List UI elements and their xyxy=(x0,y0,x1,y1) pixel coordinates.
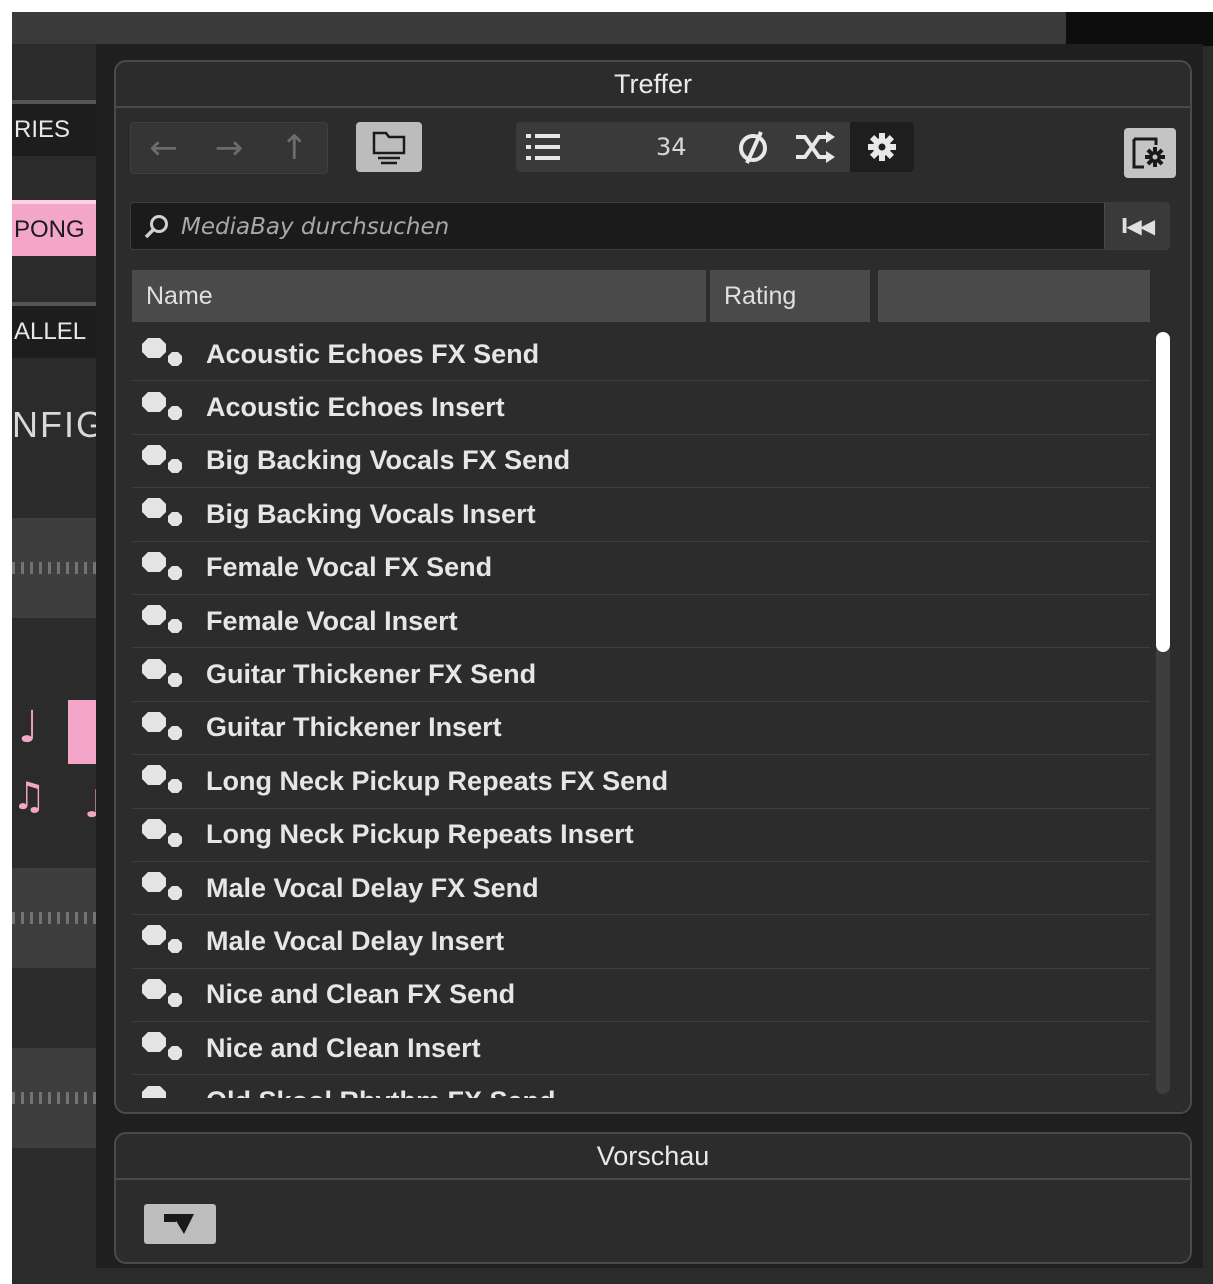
panel-settings-icon xyxy=(1132,137,1165,169)
preset-name: Female Vocal FX Send xyxy=(206,552,493,583)
table-row[interactable]: Acoustic Echoes Insert xyxy=(132,381,1150,435)
table-row[interactable]: Nice and Clean Insert xyxy=(132,1022,1150,1076)
shuffle-button[interactable] xyxy=(790,122,840,172)
preset-icon xyxy=(142,658,182,687)
result-count: 34 xyxy=(656,133,687,161)
background-button-label: PONG xyxy=(14,216,85,243)
preset-name: Old Skool Rhythm FX Send xyxy=(206,1086,556,1098)
column-header-name[interactable]: Name xyxy=(132,270,706,322)
preset-icon xyxy=(142,711,182,740)
preset-icon xyxy=(142,498,182,527)
background-button-label: RIES xyxy=(14,116,71,143)
preview-panel: Vorschau xyxy=(114,1132,1192,1264)
arrow-left-icon[interactable]: ← xyxy=(149,131,178,165)
background-config-label: NFIG xyxy=(12,404,106,445)
results-panel: Treffer ← → ↑ 34 MediaBay durchsuchen I◀… xyxy=(114,60,1192,1114)
folder-tree-button[interactable] xyxy=(356,122,422,172)
results-list: Acoustic Echoes FX Send Acoustic Echoes I… xyxy=(132,328,1150,1098)
preset-icon xyxy=(142,551,182,580)
mediabay-window: Treffer ← → ↑ 34 MediaBay durchsuchen I◀… xyxy=(96,44,1203,1268)
table-row[interactable]: Female Vocal FX Send xyxy=(132,542,1150,595)
background-slider xyxy=(12,518,96,618)
preset-name: Acoustic Echoes Insert xyxy=(206,392,505,423)
preset-name: Guitar Thickener Insert xyxy=(206,712,502,743)
table-row[interactable]: Guitar Thickener FX Send xyxy=(132,648,1150,702)
table-row[interactable]: Old Skool Rhythm FX Send xyxy=(132,1075,1150,1098)
preview-panel-title: Vorschau xyxy=(116,1134,1190,1180)
preset-name: Female Vocal Insert xyxy=(206,605,458,636)
table-row[interactable]: Big Backing Vocals Insert xyxy=(132,488,1150,542)
table-row[interactable]: Male Vocal Delay Insert xyxy=(132,915,1150,969)
table-row[interactable]: Female Vocal Insert xyxy=(132,595,1150,649)
preset-icon xyxy=(142,1085,166,1098)
background-button-series[interactable]: RIES xyxy=(12,100,96,156)
triplet-note-icon: ♫ xyxy=(12,774,47,818)
view-options-group: 34 xyxy=(516,122,914,172)
reset-filter-button[interactable]: I◀◀ xyxy=(1104,203,1169,249)
preset-name: Big Backing Vocals FX Send xyxy=(206,445,571,476)
preset-name: Big Backing Vocals Insert xyxy=(206,498,536,529)
results-panel-title: Treffer xyxy=(116,62,1190,108)
column-header-empty[interactable] xyxy=(878,270,1150,322)
table-row[interactable]: Guitar Thickener Insert xyxy=(132,702,1150,756)
arrow-right-icon[interactable]: → xyxy=(215,131,244,165)
preview-toggle-button[interactable] xyxy=(144,1204,216,1244)
table-row[interactable]: Acoustic Echoes FX Send xyxy=(132,328,1150,382)
search-input[interactable] xyxy=(179,203,1103,251)
preset-icon xyxy=(142,978,182,1007)
preset-name: Long Neck Pickup Repeats Insert xyxy=(206,819,634,850)
background-corner xyxy=(1066,12,1213,46)
note-icon: ♩ xyxy=(18,702,39,753)
preset-icon xyxy=(142,925,182,954)
results-toolbar: ← → ↑ 34 xyxy=(130,122,1176,178)
panel-settings-button[interactable] xyxy=(1124,128,1176,178)
preset-icon xyxy=(142,1032,182,1061)
shuffle-icon xyxy=(796,131,835,163)
table-row[interactable]: Long Neck Pickup Repeats FX Send xyxy=(132,755,1150,809)
column-header-rating[interactable]: Rating xyxy=(710,270,870,322)
list-view-icon[interactable] xyxy=(526,132,562,162)
preview-toggle-icon xyxy=(164,1214,194,1234)
gear-button[interactable] xyxy=(850,122,914,172)
preset-icon xyxy=(142,765,182,794)
preset-name: Acoustic Echoes FX Send xyxy=(206,338,540,369)
search-icon xyxy=(144,215,168,239)
preset-name: Nice and Clean Insert xyxy=(206,1032,481,1063)
search-bar: I◀◀ xyxy=(130,202,1170,251)
scrollbar-thumb[interactable] xyxy=(1156,332,1170,652)
table-row[interactable]: Big Backing Vocals FX Send xyxy=(132,435,1150,489)
preset-name: Guitar Thickener FX Send xyxy=(206,659,537,690)
table-row[interactable]: Long Neck Pickup Repeats Insert xyxy=(132,809,1150,862)
background-slider xyxy=(12,868,96,968)
background-button-parallel[interactable]: ALLEL xyxy=(12,302,96,358)
results-scrollbar[interactable] xyxy=(1156,332,1170,1094)
preset-icon xyxy=(142,391,182,420)
arrow-up-icon[interactable]: ↑ xyxy=(280,131,309,165)
folder-tree-icon xyxy=(372,131,406,165)
preset-icon xyxy=(142,605,182,634)
background-button-label: ALLEL xyxy=(14,318,87,345)
table-row[interactable]: Male Vocal Delay FX Send xyxy=(132,862,1150,916)
gear-icon xyxy=(868,133,896,161)
background-slider xyxy=(12,1048,96,1148)
preset-name: Male Vocal Delay FX Send xyxy=(206,872,539,903)
preset-name: Nice and Clean FX Send xyxy=(206,979,516,1010)
preset-icon xyxy=(142,338,182,367)
navigation-group: ← → ↑ xyxy=(130,122,328,174)
background-button-pingpong[interactable]: PONG xyxy=(12,200,96,256)
preset-icon xyxy=(142,444,182,473)
preset-icon xyxy=(142,872,182,901)
reset-filter-icon: I◀◀ xyxy=(1120,214,1155,238)
preset-name: Male Vocal Delay Insert xyxy=(206,925,505,956)
preset-icon xyxy=(142,818,182,847)
refresh-button[interactable] xyxy=(728,122,778,172)
results-table-header: Name Rating xyxy=(132,270,1150,322)
preset-name: Long Neck Pickup Repeats FX Send xyxy=(206,765,669,796)
refresh-icon xyxy=(739,131,767,164)
table-row[interactable]: Nice and Clean FX Send xyxy=(132,969,1150,1023)
background-top-strip xyxy=(12,12,1066,44)
